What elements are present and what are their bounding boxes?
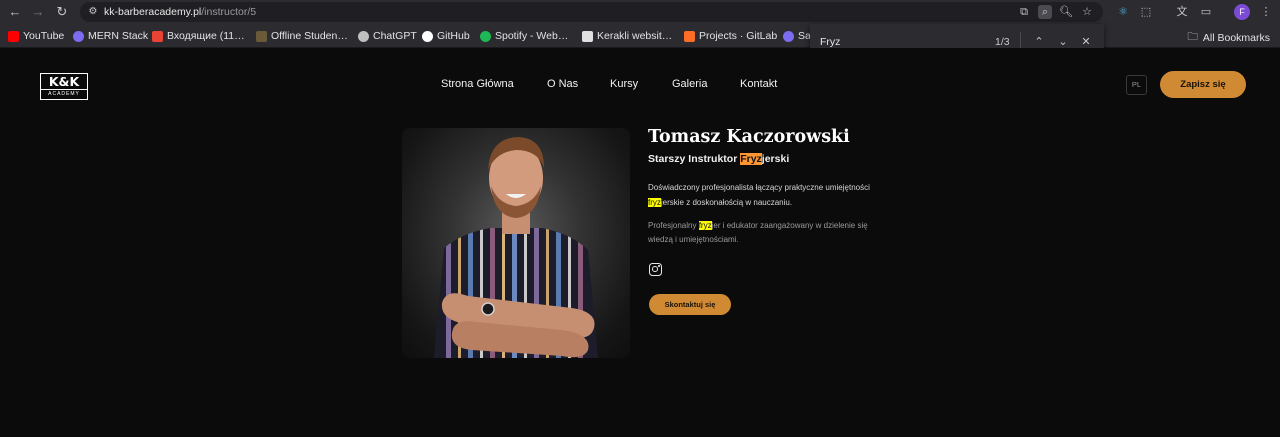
sa-icon xyxy=(783,30,794,42)
browser-toolbar: ← → ↻ ⚙ kk-barberacademy.pl/instructor/5… xyxy=(0,0,1280,24)
gitlab-icon xyxy=(684,30,695,42)
notion-icon xyxy=(582,30,593,42)
instructor-role: Starszy Instruktor Fryzjerski xyxy=(648,153,790,165)
contact-button[interactable]: Skontaktuj się xyxy=(649,294,731,315)
instructor-description: Profesjonalny fryzjer i edukator zaangaż… xyxy=(648,221,868,244)
gmail-icon xyxy=(152,30,163,42)
bookmark-gmail[interactable]: Входящие (11… xyxy=(152,29,245,43)
menu-icon[interactable]: ⋮ xyxy=(1258,4,1274,20)
address-bar[interactable]: ⚙ kk-barberacademy.pl/instructor/5 ⧉ ⌕ 🔍… xyxy=(80,2,1103,22)
bookmark-offline-students[interactable]: Offline Studen… xyxy=(256,29,348,43)
instructor-photo xyxy=(402,128,630,358)
reload-icon[interactable]: ↻ xyxy=(54,4,70,20)
nav-courses[interactable]: Kursy xyxy=(610,78,638,90)
bookmark-github[interactable]: GitHub xyxy=(422,29,470,43)
bookmark-chatgpt[interactable]: ChatGPT xyxy=(358,29,417,43)
find-highlight: fryz xyxy=(648,198,661,207)
instructor-name: Tomasz Kaczorowski xyxy=(648,127,850,147)
nav-about[interactable]: O Nas xyxy=(547,78,578,90)
github-icon xyxy=(422,30,433,42)
nav-home[interactable]: Strona Główna xyxy=(441,78,514,90)
forward-arrow-icon[interactable]: → xyxy=(30,4,46,20)
back-arrow-icon[interactable]: ← xyxy=(7,4,23,20)
find-input[interactable]: Fryz xyxy=(820,36,840,48)
bookmark-star-icon[interactable]: ☆ xyxy=(1080,5,1094,19)
offline-students-icon xyxy=(256,30,267,42)
install-app-icon[interactable]: ⧉ xyxy=(1017,5,1031,19)
folder-icon: 🗀 xyxy=(1187,31,1198,43)
extensions-icon[interactable]: ⬚ xyxy=(1138,4,1154,20)
bookmark-sa[interactable]: Sa xyxy=(783,29,811,43)
nav-contact[interactable]: Kontakt xyxy=(740,78,777,90)
site-info-icon[interactable]: ⚙ xyxy=(86,5,100,19)
bookmark-kerakli[interactable]: Kerakli websit… xyxy=(582,29,672,43)
bookmark-gitlab[interactable]: Projects · GitLab xyxy=(684,29,777,43)
cast-icon[interactable]: ▭ xyxy=(1198,4,1214,20)
chatgpt-icon xyxy=(358,30,369,42)
find-in-page-icon[interactable]: ⌕ xyxy=(1038,5,1052,19)
bookmark-youtube[interactable]: YouTube xyxy=(8,29,64,43)
find-highlight-active: Fryz xyxy=(740,153,762,165)
find-highlight: fryz xyxy=(698,221,712,230)
spotify-icon xyxy=(480,30,491,42)
nav-gallery[interactable]: Galeria xyxy=(672,78,707,90)
bookmark-mern[interactable]: MERN Stack xyxy=(73,29,148,43)
youtube-icon xyxy=(8,30,19,42)
react-devtools-icon[interactable]: ⚛ xyxy=(1115,4,1131,20)
all-bookmarks-button[interactable]: 🗀 All Bookmarks xyxy=(1187,29,1270,47)
language-switch[interactable]: PL xyxy=(1126,75,1147,95)
url-text[interactable]: kk-barberacademy.pl/instructor/5 xyxy=(104,5,256,19)
signup-button[interactable]: Zapisz się xyxy=(1160,71,1246,98)
translate-icon[interactable]: 文 xyxy=(1174,4,1190,20)
bookmark-spotify[interactable]: Spotify - Web… xyxy=(480,29,568,43)
find-match-count: 1/3 xyxy=(995,36,1010,48)
site-logo[interactable]: K&K ACADEMY xyxy=(40,73,88,100)
profile-avatar[interactable]: F xyxy=(1234,4,1250,20)
mern-icon xyxy=(73,30,84,42)
zoom-icon[interactable]: 🔍︎ xyxy=(1059,5,1073,19)
instagram-icon[interactable] xyxy=(649,263,662,276)
instructor-bio: Doświadczony profesjonalista łączący pra… xyxy=(648,183,870,207)
site-header xyxy=(0,48,1280,123)
